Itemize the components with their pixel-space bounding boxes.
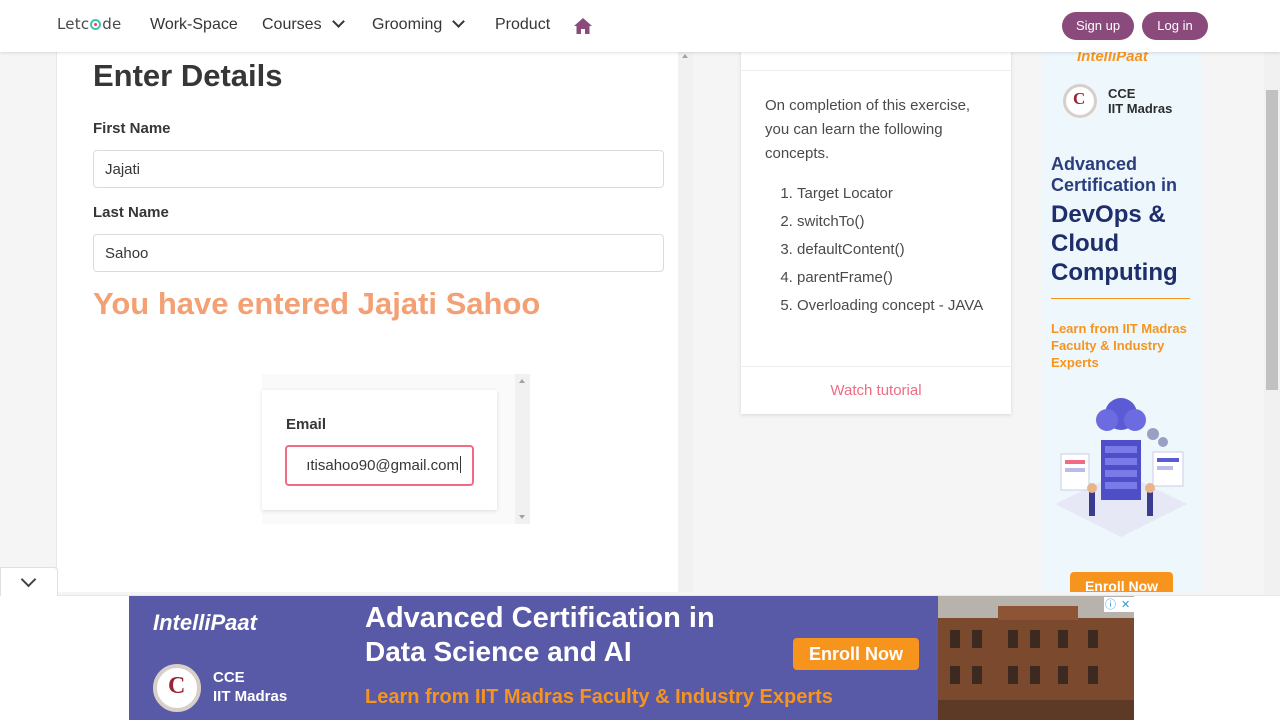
first-name-label: First Name bbox=[93, 120, 171, 137]
concept-item: Overloading concept - JAVA bbox=[797, 294, 995, 318]
banner-course-title: Data Science and AI bbox=[365, 636, 632, 667]
ad-controls: ⓘ ✕ bbox=[1104, 597, 1134, 612]
nav-product-label: Product bbox=[495, 16, 551, 33]
ad-cce-line2: IIT Madras bbox=[1108, 101, 1173, 116]
ad-headline: Advanced Certification in bbox=[1051, 154, 1178, 195]
concepts-card-footer: Watch tutorial bbox=[741, 366, 1011, 415]
concepts-card: On completion of this exercise, you can … bbox=[741, 30, 1011, 414]
banner-headline: Advanced Certification in bbox=[365, 602, 715, 634]
nav-work-space[interactable]: Work-Space bbox=[150, 16, 238, 34]
collapse-ad-button[interactable] bbox=[0, 567, 58, 596]
scroll-up-arrow-icon[interactable] bbox=[682, 54, 688, 58]
ad-cce-text: CCE IIT Madras bbox=[1108, 86, 1172, 116]
nested-frame[interactable]: Email ıtisahoo90@gmail.com bbox=[262, 374, 530, 524]
banner-cce-line2: IIT Madras bbox=[213, 688, 288, 705]
chevron-down-icon bbox=[20, 571, 37, 588]
concept-item: switchTo() bbox=[797, 210, 995, 234]
logo-text-start: Let bbox=[57, 15, 81, 33]
email-input[interactable]: ıtisahoo90@gmail.com bbox=[285, 445, 474, 486]
logo-text-end: de bbox=[102, 15, 122, 33]
nav-product[interactable]: Product bbox=[495, 16, 550, 34]
nav-courses[interactable]: Courses bbox=[262, 15, 345, 34]
nav-work-space-label: Work-Space bbox=[150, 16, 238, 33]
concept-item: defaultContent() bbox=[797, 238, 995, 262]
campus-photo bbox=[938, 596, 1134, 720]
last-name-input[interactable]: Sahoo bbox=[93, 234, 664, 272]
banner-cce-line1: CCE bbox=[213, 669, 245, 686]
home-icon[interactable] bbox=[573, 17, 593, 35]
top-navbar: Letc de Work-Space Courses Grooming Produ… bbox=[0, 0, 1280, 52]
concept-item: Target Locator bbox=[797, 182, 995, 206]
scroll-up-arrow-icon[interactable] bbox=[519, 379, 525, 383]
banner-brand-logo: IntelliPaat bbox=[153, 610, 257, 635]
banner-subline: Learn from IIT Madras Faculty & Industry… bbox=[365, 686, 833, 708]
banner-cce-text: CCE IIT Madras bbox=[213, 668, 287, 706]
banner-enroll-button[interactable]: Enroll Now bbox=[793, 638, 919, 670]
result-message: You have entered Jajati Sahoo bbox=[93, 286, 541, 321]
scroll-down-arrow-icon[interactable] bbox=[519, 515, 525, 519]
details-card: Enter Details First Name Jajati Last Nam… bbox=[56, 52, 679, 592]
watch-tutorial-link[interactable]: Watch tutorial bbox=[830, 382, 921, 399]
email-card: Email ıtisahoo90@gmail.com bbox=[262, 390, 497, 510]
server-illustration-icon bbox=[1055, 398, 1187, 537]
building-image-icon bbox=[938, 596, 1134, 720]
first-name-input[interactable]: Jajati bbox=[93, 150, 664, 188]
email-label: Email bbox=[286, 416, 327, 433]
card-scrollbar[interactable] bbox=[678, 52, 693, 592]
iit-seal-icon bbox=[153, 664, 201, 712]
signup-button[interactable]: Sign up bbox=[1062, 12, 1134, 40]
bottom-ad-banner[interactable]: IntelliPaat CCE IIT Madras Advanced Cert… bbox=[129, 596, 939, 720]
page-title: Enter Details bbox=[93, 58, 283, 93]
close-icon[interactable]: ✕ bbox=[1121, 597, 1130, 612]
concepts-list: Target Locator switchTo() defaultContent… bbox=[765, 182, 995, 322]
frame-scrollbar[interactable] bbox=[515, 374, 530, 524]
concepts-intro: On completion of this exercise, you can … bbox=[765, 97, 971, 162]
login-button[interactable]: Log in bbox=[1142, 12, 1208, 40]
concept-item: parentFrame() bbox=[797, 266, 995, 290]
last-name-label: Last Name bbox=[93, 204, 169, 221]
page-scrollbar-thumb[interactable] bbox=[1266, 90, 1278, 390]
side-ad-enroll-button[interactable]: Enroll Now bbox=[1070, 572, 1173, 592]
nav-grooming-label: Grooming bbox=[372, 16, 443, 33]
page-scrollbar[interactable] bbox=[1264, 0, 1280, 600]
ad-subline: Learn from IIT Madras Faculty & Industry… bbox=[1051, 321, 1187, 370]
adchoices-icon[interactable]: ⓘ bbox=[1105, 597, 1116, 612]
chevron-down-icon bbox=[452, 15, 466, 28]
iit-seal-icon bbox=[1063, 84, 1097, 118]
side-advertisement[interactable]: IntelliPaat CCE IIT Madras Advanced Cert… bbox=[1041, 52, 1201, 592]
nav-courses-label: Courses bbox=[262, 16, 322, 33]
ad-cce-line1: CCE bbox=[1108, 86, 1136, 101]
ad-brand-logo: IntelliPaat bbox=[1077, 52, 1148, 65]
ad-course-title: DevOps & Cloud Computing bbox=[1051, 201, 1178, 286]
logo-ring-icon bbox=[90, 19, 102, 30]
email-input-value: ıtisahoo90@gmail.com bbox=[306, 447, 461, 484]
letcode-logo[interactable]: Letc de bbox=[57, 15, 121, 33]
ad-divider bbox=[1051, 298, 1190, 299]
chevron-down-icon bbox=[331, 15, 345, 28]
nav-grooming[interactable]: Grooming bbox=[372, 15, 466, 34]
